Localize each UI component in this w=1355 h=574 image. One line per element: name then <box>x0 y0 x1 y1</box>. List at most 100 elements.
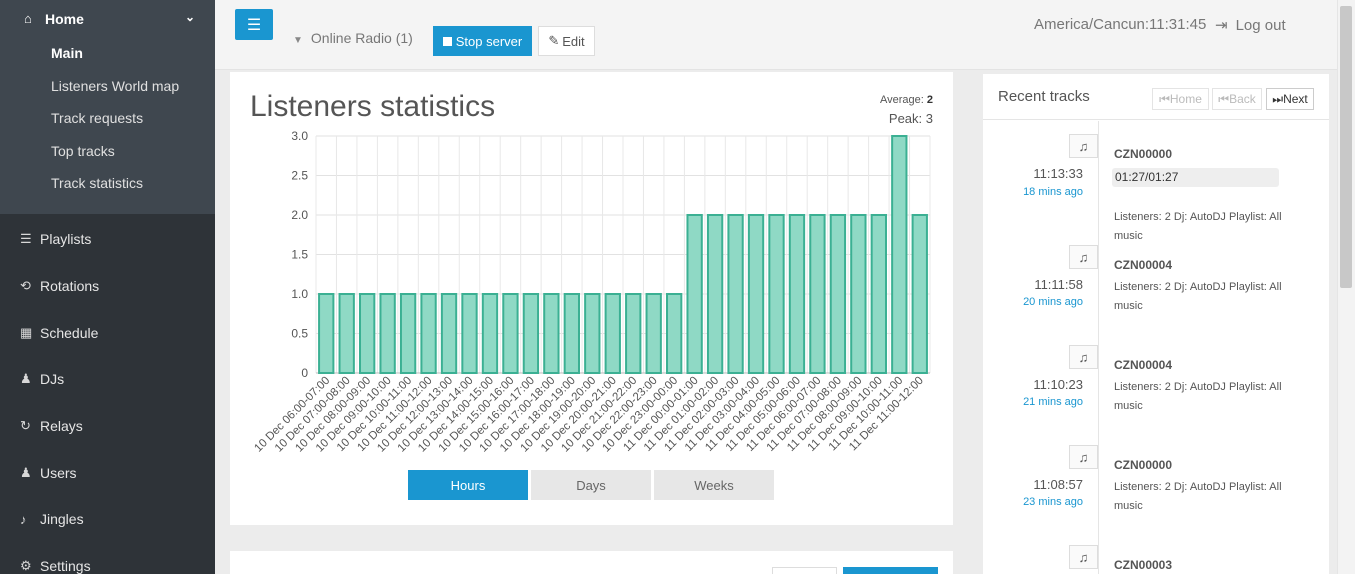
back-button[interactable]: ⏮ Back <box>1212 88 1262 110</box>
sidebar-item-label: DJs <box>40 371 65 388</box>
page-scrollbar[interactable] <box>1337 0 1355 574</box>
chart-bar <box>461 293 478 374</box>
sidebar-item-home[interactable]: ⌂ Home ⌄ <box>0 0 215 37</box>
chart-bar <box>440 293 458 374</box>
hamburger-icon: ☰ <box>246 16 262 34</box>
chevron-down-icon[interactable]: ⌄ <box>185 10 195 24</box>
music-note-icon: ♫ <box>1069 345 1098 369</box>
chart-bar <box>911 214 928 374</box>
chart-bar <box>686 214 703 374</box>
chart-bar <box>809 214 826 374</box>
track-ago: 21 mins ago <box>1023 396 1083 408</box>
chart-bar <box>747 214 765 374</box>
track-ago: 23 mins ago <box>1023 496 1083 508</box>
chart-bar <box>829 214 847 374</box>
chart-bar <box>481 293 499 374</box>
chart-bar <box>645 293 662 374</box>
home-button[interactable]: ⏮ Home <box>1152 88 1209 110</box>
recent-tracks-header: Recent tracks ⏮ Home ⏮ Back ⏭ Next <box>983 74 1329 120</box>
server-clock: America/Cancun:11:31:45 <box>1034 16 1207 33</box>
track-meta: Listeners: 2 Dj: AutoDJ Playlist: All mu… <box>1114 381 1282 412</box>
sidebar-item-schedule[interactable]: ▦ Schedule <box>0 309 215 356</box>
scrollbar-thumb[interactable] <box>1340 6 1352 288</box>
sidebar-subitem-label: Main <box>51 45 83 62</box>
chart-bar <box>543 293 560 374</box>
sidebar-item-djs[interactable]: ♟ DJs <box>0 356 215 403</box>
chart-bar <box>768 214 785 374</box>
next-button[interactable]: ⏭ Next <box>1266 88 1314 110</box>
caret-down-icon: ▼ <box>293 35 303 46</box>
secondary-button[interactable] <box>772 567 837 574</box>
y-tick-label: 3.0 <box>291 129 308 143</box>
chart-bar <box>604 293 621 374</box>
sidebar-item-settings[interactable]: ⚙ Settings <box>0 543 215 574</box>
bell-icon: ♪ <box>20 511 27 527</box>
edit-button[interactable]: ✎ Edit <box>538 26 595 56</box>
chart-bar <box>891 135 908 374</box>
station-name: Online Radio (1) <box>310 30 413 46</box>
top-bar: ☰ ▼ Online Radio (1) Stop server ✎ Edit Am… <box>215 0 1355 70</box>
chart-bar <box>727 214 744 374</box>
stop-server-button[interactable]: Stop server <box>433 26 532 56</box>
chart-bar <box>584 293 601 374</box>
sidebar-subitem-track-requests[interactable]: Track requests <box>0 102 215 135</box>
logout-link[interactable]: ⇥ Log out <box>1215 16 1286 34</box>
average-value: 2 <box>926 94 933 106</box>
track-ago: 18 mins ago <box>1023 186 1083 198</box>
peak-stat: Peak: 3 <box>888 111 933 126</box>
chart-bar <box>318 293 335 374</box>
sidebar-subitem-label: Track requests <box>51 110 144 127</box>
chart-bar <box>625 293 642 374</box>
sidebar-item-label: Users <box>40 464 77 481</box>
listeners-statistics-panel: 0 0.5 1.0 1.5 2.0 2.5 3.0 10 Dec 06:00-07:00 10 … <box>230 72 953 525</box>
panel-title: Listeners statistics <box>250 90 496 123</box>
sidebar-subitem-label: Listeners World map <box>51 77 180 94</box>
list-icon: ☰ <box>20 231 32 247</box>
sidebar-item-playlists[interactable]: ☰ Playlists <box>0 216 215 263</box>
track-title: CZN00004 <box>1114 258 1173 272</box>
home-icon: ⌂ <box>24 11 32 26</box>
tab-days[interactable]: Days <box>531 470 651 500</box>
track-title: CZN00003 <box>1114 558 1173 572</box>
sidebar-subitem-listeners-world-map[interactable]: Listeners World map <box>0 70 215 103</box>
next-label: Next <box>1283 92 1308 106</box>
secondary-panel <box>230 551 953 574</box>
sidebar-subitem-top-tracks[interactable]: Top tracks <box>0 135 215 168</box>
edit-icon: ✎ <box>548 33 560 48</box>
track-title: CZN00004 <box>1114 358 1173 372</box>
sidebar-subitem-track-statistics[interactable]: Track statistics <box>0 167 215 200</box>
chart-bar <box>850 214 867 374</box>
sidebar-item-label: Settings <box>40 558 91 574</box>
chart-bar <box>706 214 724 374</box>
y-tick-label: 0 <box>301 366 308 380</box>
cogs-icon: ⚙ <box>20 558 32 574</box>
sidebar: ⌂ Home ⌄ Main Listeners World map Track … <box>0 0 215 574</box>
primary-button[interactable] <box>843 567 938 574</box>
recent-tracks-panel: Recent tracks ⏮ Home ⏮ Back ⏭ Next ♫ 11:13:… <box>983 74 1329 574</box>
chart-bar <box>338 293 355 374</box>
sidebar-subitem-main[interactable]: Main <box>0 37 215 70</box>
back-label: Back <box>1229 92 1256 106</box>
track-ago: 20 mins ago <box>1023 296 1083 308</box>
sidebar-item-label: Relays <box>40 418 83 435</box>
station-selector[interactable]: ▼ Online Radio (1) <box>293 30 413 46</box>
chart-bar <box>788 214 806 374</box>
tab-weeks[interactable]: Weeks <box>654 470 774 500</box>
chart-bar <box>379 293 396 374</box>
sign-out-icon: ⇥ <box>1215 17 1228 34</box>
sidebar-item-rotations[interactable]: ⟲ Rotations <box>0 263 215 310</box>
sidebar-item-relays[interactable]: ↻ Relays <box>0 403 215 450</box>
sidebar-item-jingles[interactable]: ♪ Jingles <box>0 496 215 543</box>
tab-hours[interactable]: Hours <box>408 470 528 500</box>
music-note-icon: ♫ <box>1069 134 1098 158</box>
menu-toggle-button[interactable]: ☰ <box>235 9 273 40</box>
sidebar-item-label: Schedule <box>40 324 99 341</box>
track-meta: Listeners: 2 Dj: AutoDJ Playlist: All mu… <box>1114 481 1282 512</box>
chart-bar <box>420 293 437 374</box>
refresh-icon: ⟲ <box>20 278 31 294</box>
sidebar-item-users[interactable]: ♟ Users <box>0 449 215 496</box>
sidebar-item-label: Rotations <box>40 278 100 295</box>
listeners-chart: 00.51.01.52.02.53.010 Dec 06:00-07:0010 … <box>252 129 931 455</box>
home-label: Home <box>1169 92 1202 106</box>
chart-bar <box>563 293 580 374</box>
